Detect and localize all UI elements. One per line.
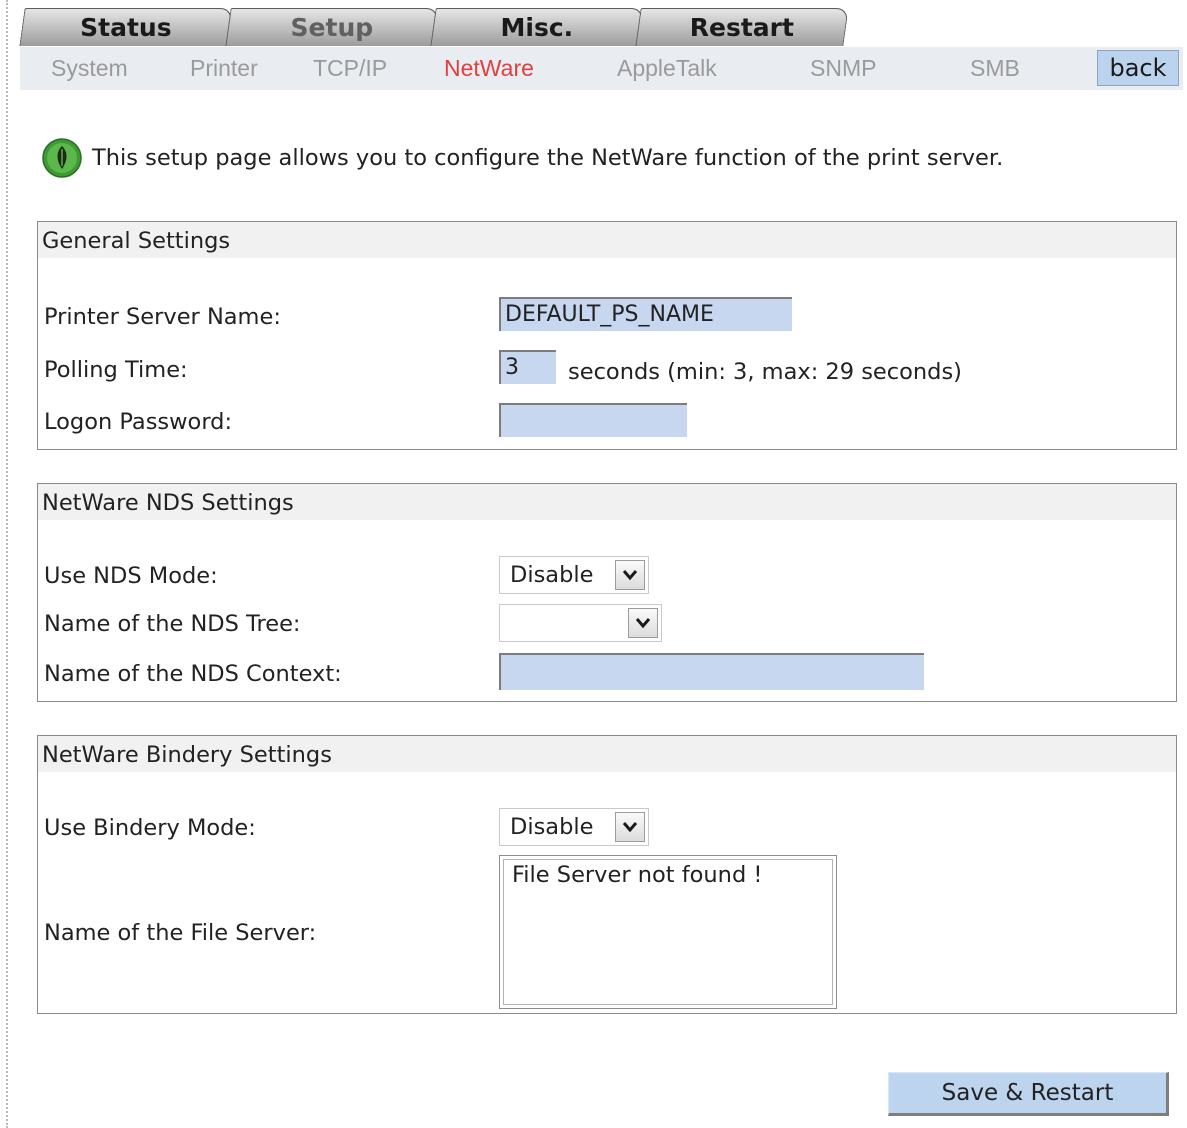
sub-nav-netware[interactable]: NetWare xyxy=(444,55,534,82)
nds-mode-label: Use NDS Mode: xyxy=(44,563,218,589)
tab-restart[interactable]: Restart xyxy=(635,8,849,46)
sub-nav-printer[interactable]: Printer xyxy=(190,55,258,82)
nds-context-label: Name of the NDS Context: xyxy=(44,661,342,687)
sub-nav-snmp[interactable]: SNMP xyxy=(810,55,876,82)
sub-nav-smb[interactable]: SMB xyxy=(970,55,1020,82)
sub-nav-system[interactable]: System xyxy=(51,55,128,82)
intro-line: This setup page allows you to configure … xyxy=(42,138,1003,178)
tab-setup[interactable]: Setup xyxy=(225,8,439,46)
nds-tree-label: Name of the NDS Tree: xyxy=(44,611,301,637)
logon-password-input[interactable] xyxy=(499,403,687,437)
nds-settings-section: NetWare NDS Settings Use NDS Mode: Disab… xyxy=(37,483,1177,702)
back-button[interactable]: back xyxy=(1097,50,1179,86)
ps-name-label: Printer Server Name: xyxy=(44,304,281,330)
polling-time-input[interactable]: 3 xyxy=(499,350,556,384)
sub-nav-appletalk[interactable]: AppleTalk xyxy=(617,55,717,82)
nds-mode-value: Disable xyxy=(510,562,594,588)
save-restart-button[interactable]: Save & Restart xyxy=(888,1072,1169,1116)
tab-status-label: Status xyxy=(80,13,172,42)
intro-text: This setup page allows you to configure … xyxy=(92,145,1004,171)
chevron-down-icon xyxy=(635,618,651,629)
bindery-settings-title: NetWare Bindery Settings xyxy=(38,736,1176,772)
bindery-mode-dropdown-button[interactable] xyxy=(615,812,645,842)
chevron-down-icon xyxy=(622,822,638,833)
tab-status[interactable]: Status xyxy=(19,8,233,46)
file-server-label: Name of the File Server: xyxy=(44,920,317,946)
file-server-value: File Server not found ! xyxy=(503,859,833,1005)
info-leaf-icon xyxy=(42,138,82,178)
file-server-list[interactable]: File Server not found ! xyxy=(499,855,837,1009)
page-left-border xyxy=(0,0,8,1128)
general-settings-title: General Settings xyxy=(38,222,1176,258)
polling-time-hint: seconds (min: 3, max: 29 seconds) xyxy=(568,359,962,385)
sub-nav-bar: System Printer TCP/IP NetWare AppleTalk … xyxy=(20,47,1183,90)
nds-mode-dropdown-button[interactable] xyxy=(615,560,645,590)
tab-setup-label: Setup xyxy=(290,13,374,42)
chevron-down-icon xyxy=(622,570,638,581)
bindery-mode-value: Disable xyxy=(510,814,594,840)
main-tab-bar: Status Setup Misc. Restart xyxy=(18,8,849,48)
ps-name-input[interactable]: DEFAULT_PS_NAME xyxy=(499,297,792,331)
bindery-mode-select[interactable]: Disable xyxy=(499,808,649,846)
nds-mode-select[interactable]: Disable xyxy=(499,556,649,594)
bindery-mode-label: Use Bindery Mode: xyxy=(44,815,256,841)
nds-settings-title: NetWare NDS Settings xyxy=(38,484,1176,520)
bindery-settings-section: NetWare Bindery Settings Use Bindery Mod… xyxy=(37,735,1177,1014)
tab-restart-label: Restart xyxy=(689,13,794,42)
logon-password-label: Logon Password: xyxy=(44,409,233,435)
nds-tree-select[interactable] xyxy=(499,604,662,642)
nds-tree-dropdown-button[interactable] xyxy=(628,608,658,638)
nds-context-input[interactable] xyxy=(499,653,924,690)
tab-misc[interactable]: Misc. xyxy=(430,8,644,46)
tab-misc-label: Misc. xyxy=(500,13,574,42)
sub-nav-tcpip[interactable]: TCP/IP xyxy=(313,55,387,82)
general-settings-section: General Settings Printer Server Name: DE… xyxy=(37,221,1177,450)
polling-time-label: Polling Time: xyxy=(44,357,188,383)
